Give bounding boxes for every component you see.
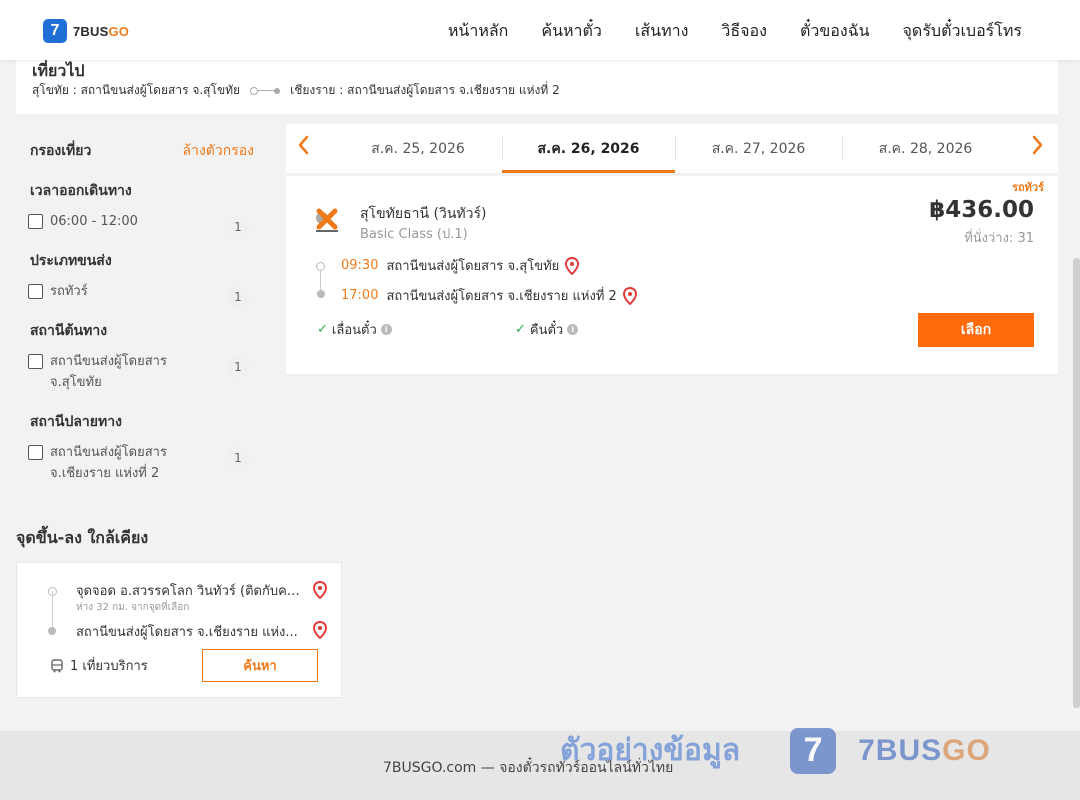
filter-option-origin[interactable]: สถานีขนส่งผู้โดยสาร จ.สุโขทัย 1 [28,351,250,393]
filter-checkbox[interactable] [28,284,43,299]
map-pin-icon[interactable] [312,620,328,643]
filter-option-label: 06:00 - 12:00 [50,214,138,229]
route-connector-icon [250,86,281,95]
filter-checkbox[interactable] [28,445,43,460]
brand-logo[interactable]: 7 7BUSGO [43,19,129,43]
operator-logo-icon [312,206,342,236]
logo-text: 7BUSGO [73,23,130,39]
chevron-right-icon[interactable] [1031,134,1045,161]
filter-option-label: สถานีขนส่งผู้โดยสาร จ.เชียงราย แห่งที่ 2 [50,445,167,481]
trip-origin: สุโขทัย : สถานีขนส่งผู้โดยสาร จ.สุโขทัย [32,83,241,97]
select-trip-button[interactable]: เลือก [918,313,1034,347]
main-nav: หน้าหลัก ค้นหาตั๋ว เส้นทาง วิธีจอง ตั๋วข… [448,19,1022,44]
trip-route: สุโขทัย : สถานีขนส่งผู้โดยสาร จ.สุโขทัย … [32,81,560,100]
watermark-text: ตัวอย่างข้อมูล [560,733,741,768]
filter-option-transport[interactable]: รถทัวร์ 1 [28,281,250,309]
arrival-dot-icon [317,290,325,298]
filter-group-origin-station: สถานีต้นทาง [30,323,108,339]
map-pin-icon[interactable] [622,286,637,305]
nearby-stops-card: จุดจอด อ.สวรรคโลก วินทัวร์ (ติดกับคลิ...… [16,562,342,698]
arrival-time: 17:00 [341,288,379,303]
feature-refund-ticket: ✓ คืนตั๋ว i [515,319,579,340]
nearby-stops-title: จุดขึ้น-ลง ใกล้เคียง [16,528,149,547]
filter-checkbox[interactable] [28,354,43,369]
ticket-price: ฿436.00 [929,197,1034,223]
date-tab[interactable]: ส.ค. 28, 2026 [842,124,1009,173]
filter-count-badge: 1 [226,215,250,239]
clear-filters-link[interactable]: ล้างตัวกรอง [183,140,254,162]
filter-count-badge: 1 [226,446,250,470]
filter-count-badge: 1 [226,355,250,379]
sample-watermark: ตัวอย่างข้อมูล 7 7BUSGO [560,727,991,774]
nearby-stop-1: จุดจอด อ.สวรรคโลก วินทัวร์ (ติดกับคลิ... [76,584,300,599]
operator-name: สุโขทัยธานี (วินทัวร์) [360,206,487,222]
filter-option-label: รถทัวร์ [50,284,88,299]
departure-time: 09:30 [341,258,379,273]
arrival-stop: 17:00 สถานีขนส่งผู้โดยสาร จ.เชียงราย แห่… [341,285,637,306]
departure-station: สถานีขนส่งผู้โดยสาร จ.สุโขทัย [386,259,560,274]
trip-destination: เชียงราย : สถานีขนส่งผู้โดยสาร จ.เชียงรา… [290,83,560,97]
seats-available: ที่นั่งว่าง: 31 [964,231,1034,246]
check-icon: ✓ [515,322,526,337]
filter-title: กรองเที่ยว [30,143,92,159]
bus-type-tag: รถทัวร์ [1012,181,1044,194]
nearby-trips-count: 1 เที่ยวบริการ [50,655,148,676]
filter-group-departure-time: เวลาออกเดินทาง [30,183,132,199]
date-selector: ส.ค. 25, 2026 ส.ค. 26, 2026 ส.ค. 27, 202… [286,124,1058,173]
route-line [52,591,53,627]
nav-how-to-book[interactable]: วิธีจอง [721,19,767,44]
date-tab[interactable]: ส.ค. 25, 2026 [334,124,502,173]
filter-checkbox[interactable] [28,214,43,229]
watermark-brand: 7BUSGO [858,733,991,767]
filter-option-destination[interactable]: สถานีขนส่งผู้โดยสาร จ.เชียงราย แห่งที่ 2… [28,442,250,484]
top-header: 7 7BUSGO หน้าหลัก ค้นหาตั๋ว เส้นทาง วิธี… [0,0,1080,60]
filter-option-label: สถานีขนส่งผู้โดยสาร จ.สุโขทัย [50,354,167,390]
bus-class: Basic Class (ป.1) [360,227,468,242]
departure-stop: 09:30 สถานีขนส่งผู้โดยสาร จ.สุโขทัย [341,255,580,276]
stop-dot-icon [48,627,56,635]
feature-label: คืนตั๋ว [529,323,564,338]
filter-sidebar: กรองเที่ยว ล้างตัวกรอง เวลาออกเดินทาง 06… [16,124,270,484]
map-pin-icon[interactable] [312,580,328,603]
trip-summary: เที่ยวไป สุโขทัย : สถานีขนส่งผู้โดยสาร จ… [16,60,1058,114]
date-tab-active[interactable]: ส.ค. 26, 2026 [502,124,675,173]
nav-routes[interactable]: เส้นทาง [635,19,689,44]
nav-home[interactable]: หน้าหลัก [448,19,509,44]
trip-result-card: รถทัวร์ สุโขทัยธานี (วินทัวร์) Basic Cla… [286,176,1058,374]
info-icon[interactable]: i [380,324,392,335]
nearby-stop-2: สถานีขนส่งผู้โดยสาร จ.เชียงราย แห่ง... [76,625,298,640]
nav-search-tickets[interactable]: ค้นหาตั๋ว [541,19,602,44]
nearby-stop-distance: ห่าง 32 กม. จากจุดที่เลือก [76,602,190,613]
watermark-logo-badge: 7 [790,727,837,774]
trips-label: 1 เที่ยวบริการ [70,659,148,674]
date-tab[interactable]: ส.ค. 27, 2026 [675,124,842,173]
nav-my-tickets[interactable]: ตั๋วของฉัน [800,19,870,44]
filter-group-destination-station: สถานีปลายทาง [30,414,122,430]
check-icon: ✓ [317,322,328,337]
map-pin-icon[interactable] [565,256,580,275]
feature-change-ticket: ✓ เลื่อนตั๋ว i [317,319,392,340]
filter-option-time[interactable]: 06:00 - 12:00 1 [28,211,250,239]
arrival-station: สถานีขนส่งผู้โดยสาร จ.เชียงราย แห่งที่ 2 [386,289,617,304]
nav-ticket-pickup-contacts[interactable]: จุดรับตั๋วเบอร์โทร [903,19,1022,44]
feature-label: เลื่อนตั๋ว [331,323,377,338]
filter-group-transport-type: ประเภทขนส่ง [30,253,112,269]
chevron-left-icon[interactable] [296,134,310,161]
logo-badge: 7 [43,19,67,43]
page-scrollbar[interactable] [1073,258,1080,708]
info-icon[interactable]: i [567,324,579,335]
nearby-search-button[interactable]: ค้นหา [202,649,318,682]
filter-count-badge: 1 [226,285,250,309]
bus-icon [50,658,64,673]
